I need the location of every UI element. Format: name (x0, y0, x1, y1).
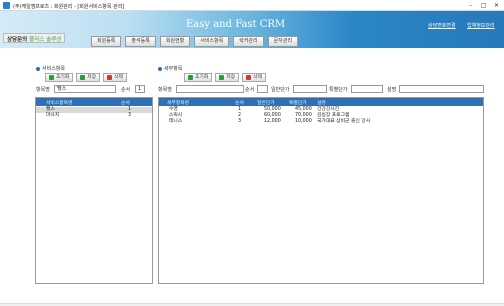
window-titlebar: (주)케일엠프로즈 : 회원관리 - [회원서비스항목 관리] – □ ✕ (0, 0, 504, 11)
left-order-label: 순서 (121, 87, 131, 93)
link-company-info[interactable]: 업체정보관리 (467, 22, 495, 29)
right-order-label: 순서 (245, 87, 255, 93)
left-name-label: 항목명 (36, 87, 50, 93)
col-special: 특별단가 (289, 101, 307, 106)
app-icon (3, 2, 10, 9)
bullet-icon (158, 66, 162, 71)
bullet-icon (36, 66, 40, 71)
right-price-input[interactable] (293, 85, 327, 93)
detail-items-grid: 세부항목명 순서 일반단가 특별단가 설명 수영 1 50,000 45,000… (158, 97, 484, 284)
left-order-input[interactable]: 1 (135, 85, 145, 93)
right-button-row: 초기화 저장 삭제 (184, 73, 266, 82)
crm-title: Easy and Fast CRM (186, 19, 286, 30)
menu-member-status[interactable]: 회원현황 (159, 36, 191, 47)
window-title: (주)케일엠프로즈 : 회원관리 - [회원서비스항목 관리] (13, 4, 125, 10)
close-button[interactable]: ✕ (491, 1, 502, 10)
col-desc: 설명 (317, 101, 326, 106)
link-change-contact[interactable]: 상담변호변경 (428, 22, 456, 29)
menu-service-items[interactable]: 서비스항목 (194, 36, 230, 47)
left-save-button[interactable]: 저장 (76, 73, 101, 82)
right-save-button[interactable]: 저장 (215, 73, 240, 82)
col-service-name: 서비스항목명 (46, 101, 73, 106)
save-icon (80, 75, 86, 80)
right-special-label: 특별단가 (329, 87, 348, 93)
save-icon (219, 75, 225, 80)
left-name-input[interactable]: 헬스 (54, 85, 116, 93)
logo-main-text: 상담문의 (7, 37, 28, 43)
table-row[interactable]: 마사지 3 (36, 113, 152, 119)
reset-icon (49, 75, 54, 80)
right-desc-label: 설명 (387, 87, 397, 93)
table-row[interactable]: 테니스 3 12,000 10,000 국가대표 상비군 출신 강사 (159, 119, 483, 125)
service-items-grid: 서비스항목명 순서 헬스 1 마사지 3 (35, 97, 153, 284)
header-banner: 상담문의 플러스 솔루션 Easy and Fast CRM 상담변호변경 업체… (0, 11, 504, 48)
left-section-title: 서비스항목 (36, 65, 65, 72)
company-logo: 상담문의 플러스 솔루션 (3, 33, 66, 43)
maximize-button[interactable]: □ (478, 1, 489, 10)
logo-sub-text: 플러스 솔루션 (29, 37, 62, 43)
right-price-label: 일반단가 (271, 87, 290, 93)
right-name-input[interactable] (176, 85, 244, 93)
right-special-input[interactable] (351, 85, 383, 93)
grid-header: 세부항목명 순서 일반단가 특별단가 설명 (159, 98, 483, 106)
minimize-button[interactable]: – (465, 1, 476, 10)
right-name-label: 항목명 (158, 87, 172, 93)
menu-attendance[interactable]: 출석등록 (125, 36, 156, 47)
grid-header: 서비스항목명 순서 (36, 98, 152, 106)
right-order-input[interactable] (257, 85, 268, 93)
menu-member-register[interactable]: 회원등록 (91, 36, 122, 47)
left-delete-button[interactable]: 삭제 (103, 73, 127, 82)
delete-icon (246, 75, 252, 80)
right-delete-button[interactable]: 삭제 (242, 73, 266, 82)
col-order: 순서 (121, 101, 130, 106)
reset-icon (188, 75, 193, 80)
col-order: 순서 (235, 101, 244, 106)
delete-icon (107, 75, 113, 80)
col-price: 일반단가 (257, 101, 275, 106)
right-section-title: 세부항목 (158, 65, 182, 72)
left-button-row: 초기화 저장 삭제 (45, 73, 127, 82)
right-reset-button[interactable]: 초기화 (184, 73, 213, 82)
menu-locker[interactable]: 락커관리 (233, 36, 264, 47)
col-detail-name: 세부항목명 (167, 101, 190, 106)
right-desc-input[interactable] (399, 85, 484, 93)
left-reset-button[interactable]: 초기화 (45, 73, 74, 82)
menu-sms[interactable]: 문자관리 (267, 36, 299, 47)
main-menu: 회원등록 출석등록 회원현황 서비스항목 락커관리 문자관리 (91, 36, 299, 47)
